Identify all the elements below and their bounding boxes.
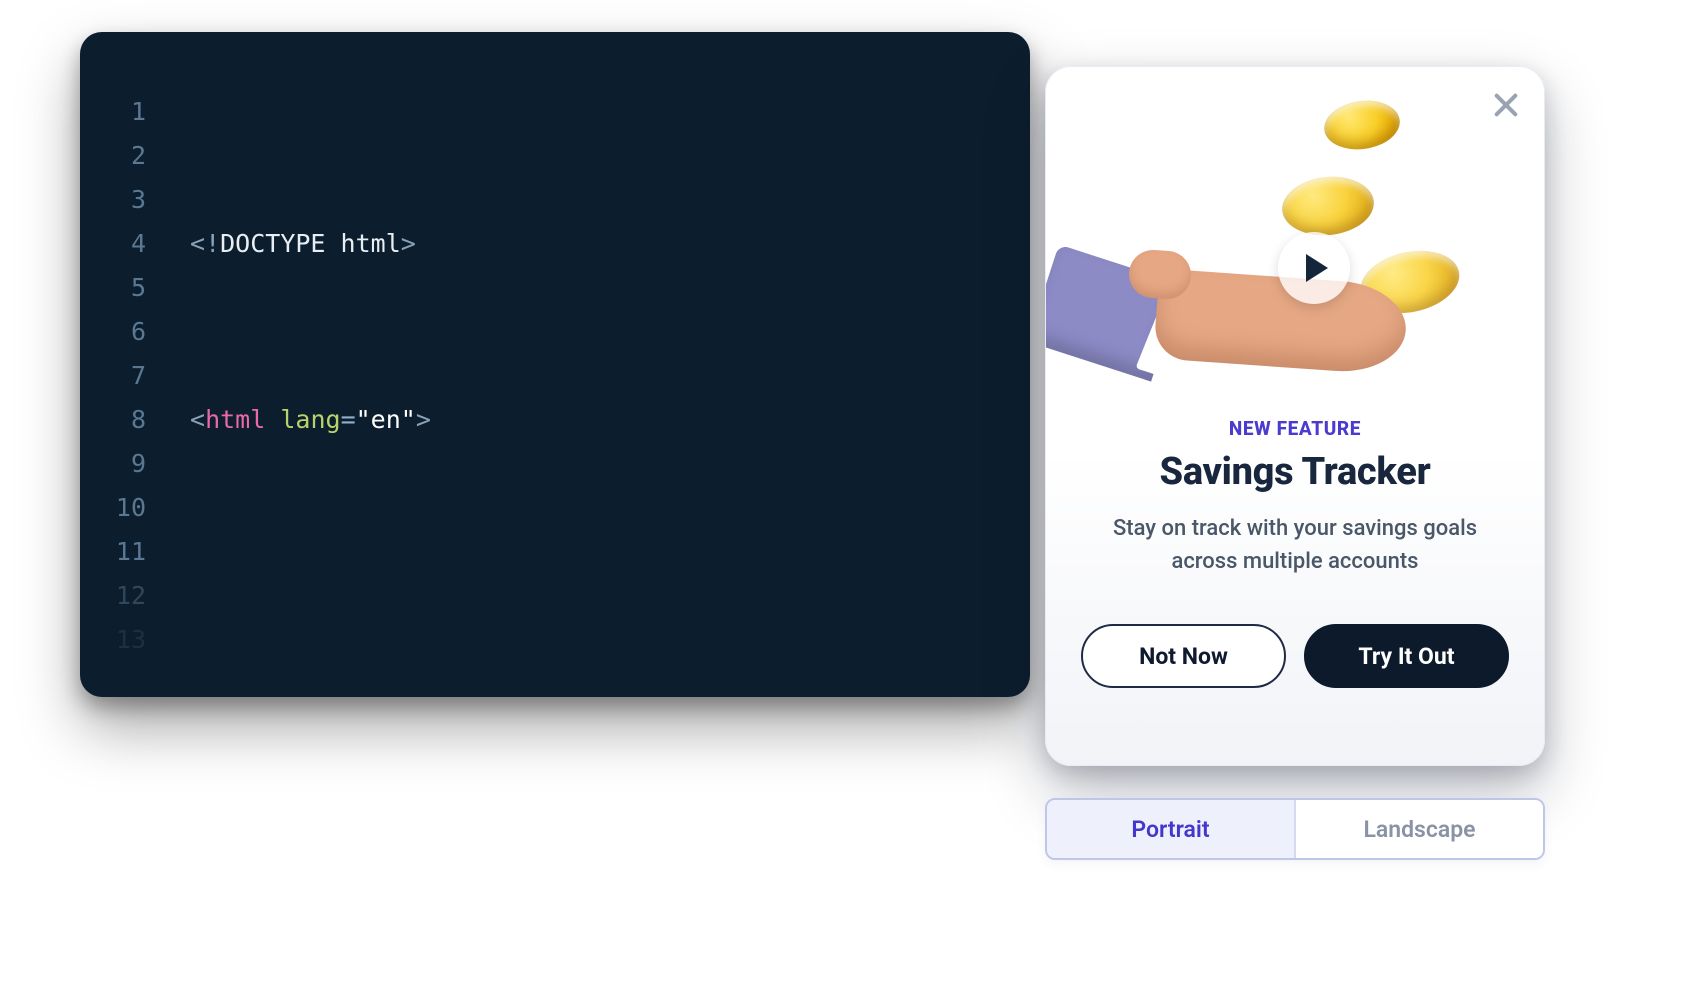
play-button[interactable]: [1278, 232, 1350, 304]
line-number: 3: [80, 178, 180, 222]
line-number: 4: [80, 222, 180, 266]
line-number: 12: [80, 574, 180, 618]
line-number: 5: [80, 266, 180, 310]
try-it-out-button[interactable]: Try It Out: [1304, 624, 1509, 688]
code-line: <!DOCTYPE html>: [190, 222, 1030, 266]
popup-title: Savings Tracker: [1046, 450, 1544, 494]
not-now-button[interactable]: Not Now: [1081, 624, 1286, 688]
line-number: 9: [80, 442, 180, 486]
hero-video-thumbnail[interactable]: [1046, 67, 1544, 397]
line-number: 2: [80, 134, 180, 178]
line-number: 1: [80, 90, 180, 134]
line-number: 7: [80, 354, 180, 398]
line-number: 13: [80, 618, 180, 662]
play-icon: [1306, 254, 1328, 282]
coin-icon: [1321, 96, 1403, 154]
line-number: 11: [80, 530, 180, 574]
line-number: 10: [80, 486, 180, 530]
code-line: <html lang="en">: [190, 398, 1030, 442]
orientation-portrait[interactable]: Portrait: [1047, 800, 1294, 858]
code-editor: 1 2 3 4 5 6 7 8 9 10 11 12 13 <!DOCTYPE …: [80, 32, 1030, 697]
code-area[interactable]: <!DOCTYPE html> <html lang="en"> <head> …: [190, 90, 1030, 697]
popup-subcopy: Stay on track with your savings goals ac…: [1100, 512, 1490, 578]
orientation-toggle: Portrait Landscape: [1045, 798, 1545, 860]
code-line: [190, 574, 1030, 618]
line-number: 6: [80, 310, 180, 354]
preview-popup: NEW FEATURE Savings Tracker Stay on trac…: [1045, 66, 1545, 766]
orientation-landscape[interactable]: Landscape: [1294, 800, 1543, 858]
cta-row: Not Now Try It Out: [1046, 624, 1544, 688]
coin-icon: [1279, 172, 1377, 239]
line-number-gutter: 1 2 3 4 5 6 7 8 9 10 11 12 13: [80, 32, 180, 697]
eyebrow-label: NEW FEATURE: [1046, 417, 1544, 440]
line-number: 8: [80, 398, 180, 442]
